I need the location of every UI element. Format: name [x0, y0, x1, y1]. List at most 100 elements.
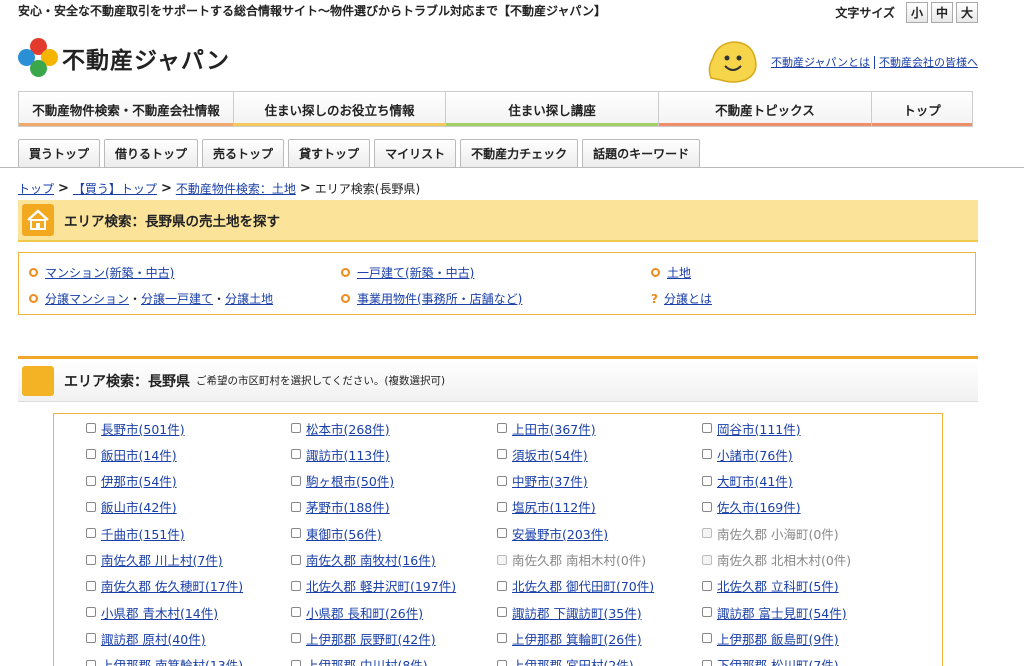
area-label[interactable]: 北佐久郡 立科町(5件) [717, 576, 839, 595]
area-label[interactable]: 小県郡 長和町(26件) [306, 603, 423, 622]
area-checkbox[interactable] [291, 501, 301, 512]
area-checkbox[interactable] [702, 659, 712, 666]
area-option[interactable]: 中野市(37件) [497, 472, 588, 490]
area-label[interactable]: 千曲市(151件) [101, 524, 185, 543]
area-label[interactable]: 駒ヶ根市(50件) [306, 471, 394, 490]
link-what-is-bunjo[interactable]: ? 分譲とは [651, 290, 712, 307]
area-checkbox[interactable] [702, 607, 712, 618]
area-option[interactable]: 諏訪郡 富士見町(54件) [702, 603, 847, 621]
area-option[interactable]: 佐久市(169件) [702, 498, 801, 516]
for-agents-link[interactable]: 不動産会社の皆様へ [879, 54, 978, 70]
area-checkbox[interactable] [291, 633, 301, 644]
breadcrumb-land-search[interactable]: 不動産物件検索：土地 [176, 180, 296, 197]
area-option[interactable]: 飯田市(14件) [86, 445, 177, 463]
area-checkbox[interactable] [702, 449, 712, 460]
area-option[interactable]: 南佐久郡 南牧村(16件) [291, 551, 436, 569]
link-text[interactable]: 土地 [667, 264, 691, 281]
area-checkbox[interactable] [291, 659, 301, 666]
area-option[interactable]: 小県郡 青木村(14件) [86, 603, 218, 621]
area-checkbox[interactable] [291, 607, 301, 618]
font-size-small-button[interactable]: 小 [906, 2, 928, 23]
area-label[interactable]: 南佐久郡 南牧村(16件) [306, 550, 436, 569]
font-size-large-button[interactable]: 大 [956, 2, 978, 23]
area-checkbox[interactable] [86, 475, 96, 486]
area-option[interactable]: 北佐久郡 御代田町(70件) [497, 577, 654, 595]
area-label[interactable]: 上伊那郡 宮田村(2件) [512, 655, 634, 666]
link-house[interactable]: 一戸建て(新築・中古) [341, 264, 474, 281]
nav-course[interactable]: 住まい探し講座 [446, 92, 659, 126]
area-option[interactable]: 南佐久郡 川上村(7件) [86, 551, 223, 569]
area-checkbox[interactable] [497, 528, 507, 539]
link-text[interactable]: 事業用物件(事務所・店舗など) [357, 290, 522, 307]
area-checkbox[interactable] [702, 580, 712, 591]
link-text[interactable]: 一戸建て(新築・中古) [357, 264, 474, 281]
area-option[interactable]: 諏訪郡 下諏訪町(35件) [497, 603, 642, 621]
area-checkbox[interactable] [497, 449, 507, 460]
area-option[interactable]: 上田市(367件) [497, 419, 596, 437]
link-mansion[interactable]: マンション(新築・中古) [29, 264, 174, 281]
area-label[interactable]: 下伊那郡 松川町(7件) [717, 655, 839, 666]
area-label[interactable]: 東御市(56件) [306, 524, 382, 543]
nav-topics[interactable]: 不動産トピックス [659, 92, 872, 126]
area-option[interactable]: 長野市(501件) [86, 419, 185, 437]
tab-rent-top[interactable]: 借りるトップ [104, 139, 199, 167]
area-option[interactable]: 大町市(41件) [702, 472, 793, 490]
about-link[interactable]: 不動産ジャパンとは [771, 54, 870, 70]
area-option[interactable]: 岡谷市(111件) [702, 419, 801, 437]
area-option[interactable]: 上伊那郡 中川村(8件) [291, 656, 428, 666]
area-checkbox[interactable] [86, 607, 96, 618]
area-option[interactable]: 上伊那郡 箕輪町(26件) [497, 629, 642, 647]
area-checkbox[interactable] [86, 501, 96, 512]
area-label[interactable]: 上伊那郡 飯島町(9件) [717, 629, 839, 648]
link-land[interactable]: 土地 [651, 264, 691, 281]
nav-top[interactable]: トップ [872, 92, 972, 126]
area-label[interactable]: 諏訪郡 原村(40件) [101, 629, 206, 648]
area-label[interactable]: 上伊那郡 南箕輪村(13件) [101, 655, 243, 666]
area-label[interactable]: 上田市(367件) [512, 419, 596, 438]
area-label[interactable]: 小諸市(76件) [717, 445, 793, 464]
area-label[interactable]: 北佐久郡 軽井沢町(197件) [306, 576, 456, 595]
tab-mylist[interactable]: マイリスト [374, 139, 457, 167]
area-label[interactable]: 飯山市(42件) [101, 497, 177, 516]
breadcrumb-top[interactable]: トップ [18, 180, 54, 197]
area-checkbox[interactable] [86, 528, 96, 539]
area-label[interactable]: 上伊那郡 中川村(8件) [306, 655, 428, 666]
link-bunjo-house[interactable]: 分譲一戸建て [141, 290, 213, 307]
area-label[interactable]: 佐久市(169件) [717, 497, 801, 516]
area-checkbox[interactable] [497, 633, 507, 644]
area-option[interactable]: 駒ヶ根市(50件) [291, 472, 394, 490]
area-label[interactable]: 安曇野市(203件) [512, 524, 608, 543]
area-checkbox[interactable] [702, 633, 712, 644]
link-bunjo-mansion[interactable]: 分譲マンション [45, 290, 129, 307]
area-label[interactable]: 大町市(41件) [717, 471, 793, 490]
link-bunjo-land[interactable]: 分譲土地 [225, 290, 273, 307]
area-label[interactable]: 須坂市(54件) [512, 445, 588, 464]
area-checkbox[interactable] [497, 475, 507, 486]
area-label[interactable]: 南佐久郡 佐久穂町(17件) [101, 576, 243, 595]
area-option[interactable]: 上伊那郡 南箕輪村(13件) [86, 656, 243, 666]
area-option[interactable]: 小県郡 長和町(26件) [291, 603, 423, 621]
area-label[interactable]: 南佐久郡 川上村(7件) [101, 550, 223, 569]
area-option[interactable]: 下伊那郡 松川町(7件) [702, 656, 839, 666]
area-checkbox[interactable] [497, 607, 507, 618]
nav-search[interactable]: 不動産物件検索・不動産会社情報 [19, 92, 234, 126]
breadcrumb-buy-top[interactable]: 【買う】トップ [73, 180, 157, 197]
nav-useful-info[interactable]: 住まい探しのお役立ち情報 [234, 92, 446, 126]
site-logo[interactable]: 不動産ジャパン [18, 38, 230, 78]
area-checkbox[interactable] [291, 580, 301, 591]
area-option[interactable]: 安曇野市(203件) [497, 524, 608, 542]
area-label[interactable]: 塩尻市(112件) [512, 497, 596, 516]
area-label[interactable]: 北佐久郡 御代田町(70件) [512, 576, 654, 595]
font-size-medium-button[interactable]: 中 [931, 2, 953, 23]
area-option[interactable]: 上伊那郡 辰野町(42件) [291, 629, 436, 647]
area-option[interactable]: 諏訪市(113件) [291, 445, 390, 463]
area-checkbox[interactable] [86, 449, 96, 460]
area-checkbox[interactable] [497, 501, 507, 512]
area-checkbox[interactable] [497, 423, 507, 433]
area-checkbox[interactable] [86, 633, 96, 644]
area-option[interactable]: 塩尻市(112件) [497, 498, 596, 516]
area-checkbox[interactable] [86, 580, 96, 591]
area-option[interactable]: 松本市(268件) [291, 419, 390, 437]
area-checkbox[interactable] [86, 659, 96, 666]
area-checkbox[interactable] [497, 580, 507, 591]
